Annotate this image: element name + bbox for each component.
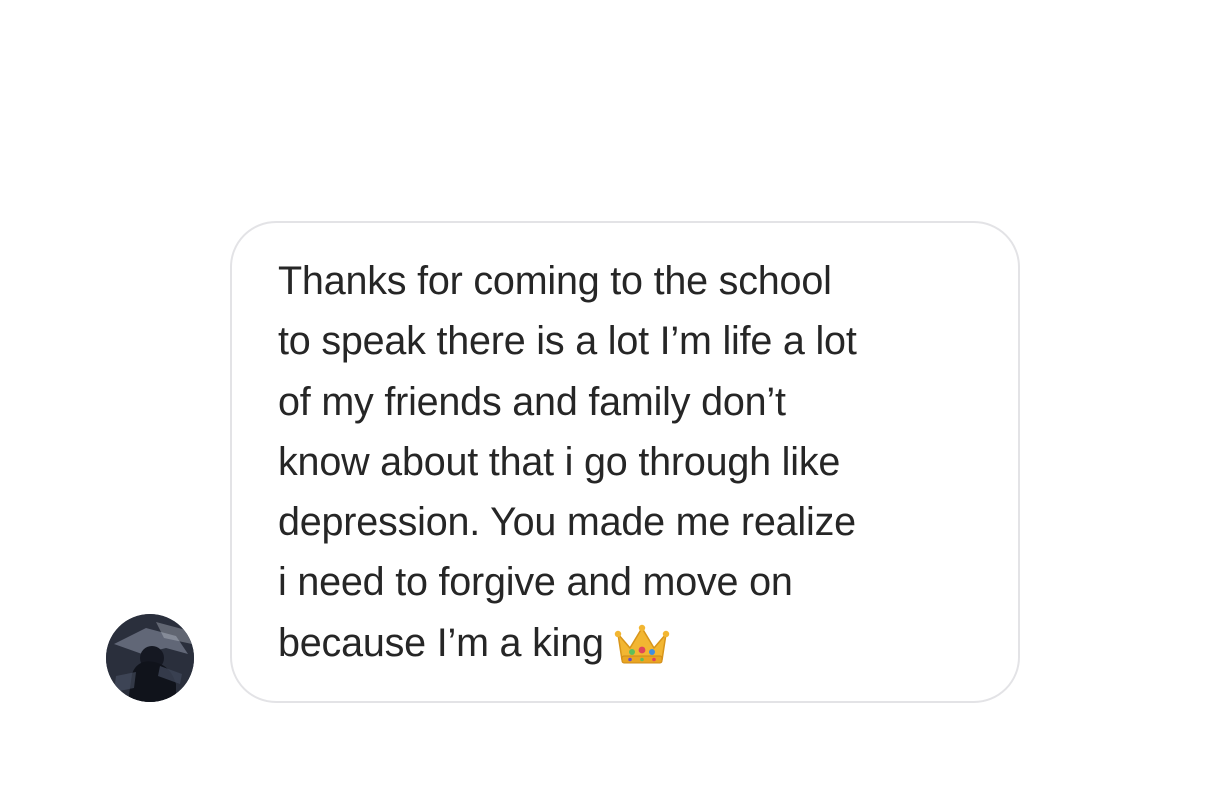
message-text: Thanks for coming to the school to speak… [278, 251, 998, 673]
sender-avatar[interactable] [106, 614, 194, 702]
message-line: know about that i go through like [278, 439, 841, 484]
dm-conversation-screen: Thanks for coming to the school to speak… [0, 0, 1206, 804]
message-line: depression. You made me realize [278, 500, 856, 545]
message-line: because I’m a king [278, 620, 604, 665]
message-bubble[interactable]: Thanks for coming to the school to speak… [230, 221, 1020, 703]
crown-emoji-icon [614, 622, 670, 666]
message-line: i need to forgive and move on [278, 560, 793, 605]
profile-photo-icon [106, 614, 194, 702]
message-line: Thanks for coming to the school [278, 259, 832, 303]
message-line-last: because I’m a king [278, 613, 998, 673]
message-line: to speak there is a lot I’m life a lot [278, 319, 857, 364]
message-line: of my friends and family don’t [278, 379, 786, 424]
